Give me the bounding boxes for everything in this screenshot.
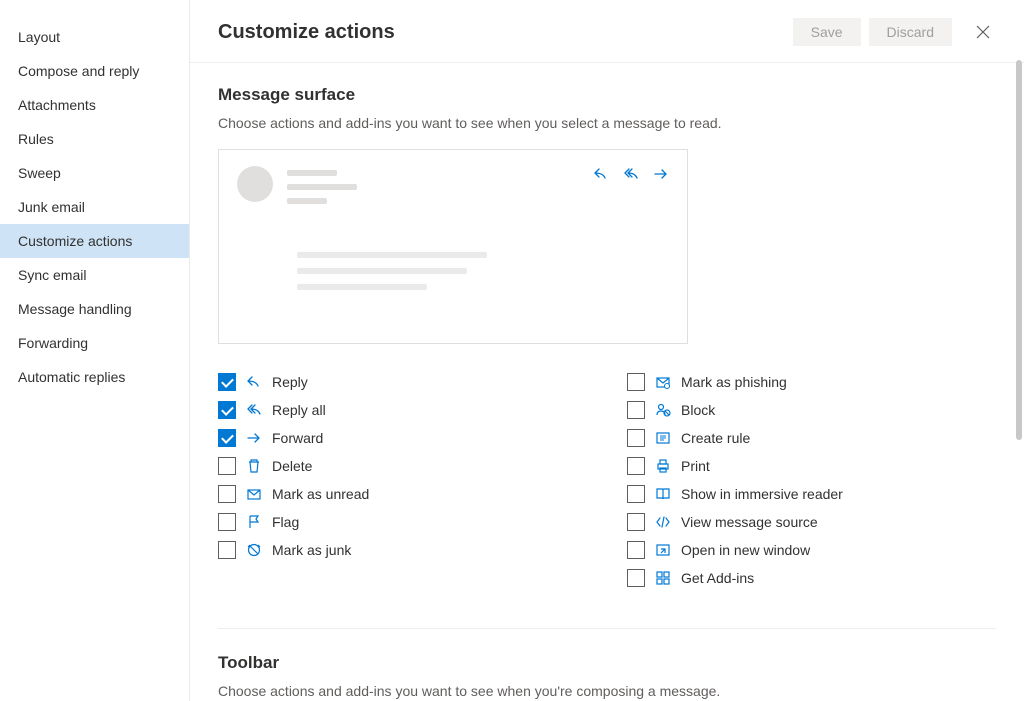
preview-header-lines bbox=[287, 170, 357, 212]
section-desc-surface: Choose actions and add-ins you want to s… bbox=[218, 115, 996, 131]
option-mark-as-junk: Mark as junk bbox=[218, 536, 587, 564]
option-label: Reply all bbox=[272, 402, 326, 418]
page-title: Customize actions bbox=[218, 21, 785, 44]
option-block: Block bbox=[627, 396, 996, 424]
checkbox-forward[interactable] bbox=[218, 429, 236, 447]
option-label: Create rule bbox=[681, 430, 750, 446]
main-panel: Customize actions Save Discard Message s… bbox=[190, 0, 1024, 701]
discard-button[interactable]: Discard bbox=[869, 18, 952, 46]
forward-icon bbox=[653, 166, 669, 182]
option-label: Show in immersive reader bbox=[681, 486, 843, 502]
phishing-icon bbox=[655, 374, 671, 390]
junk-icon bbox=[246, 542, 262, 558]
flag-icon bbox=[246, 514, 262, 530]
sidebar: LayoutCompose and replyAttachmentsRulesS… bbox=[0, 0, 190, 701]
option-label: Print bbox=[681, 458, 710, 474]
preview-body-lines bbox=[297, 252, 669, 290]
checkbox-mark-as-junk[interactable] bbox=[218, 541, 236, 559]
option-create-rule: Create rule bbox=[627, 424, 996, 452]
surface-options: Reply Reply all Forward Delete Mark as unrea… bbox=[218, 368, 996, 592]
option-label: Mark as junk bbox=[272, 542, 351, 558]
checkbox-show-in-immersive-reader[interactable] bbox=[627, 485, 645, 503]
message-preview bbox=[218, 149, 688, 344]
sidebar-item-automatic-replies[interactable]: Automatic replies bbox=[0, 360, 189, 394]
reply-icon bbox=[593, 166, 609, 182]
option-mark-as-unread: Mark as unread bbox=[218, 480, 587, 508]
save-button[interactable]: Save bbox=[793, 18, 861, 46]
content: Message surface Choose actions and add-i… bbox=[190, 63, 1024, 701]
close-icon bbox=[976, 25, 990, 39]
option-mark-as-phishing: Mark as phishing bbox=[627, 368, 996, 396]
sidebar-item-sync-email[interactable]: Sync email bbox=[0, 258, 189, 292]
option-label: Flag bbox=[272, 514, 299, 530]
checkbox-reply[interactable] bbox=[218, 373, 236, 391]
mail-icon bbox=[246, 486, 262, 502]
option-forward: Forward bbox=[218, 424, 587, 452]
sidebar-item-message-handling[interactable]: Message handling bbox=[0, 292, 189, 326]
option-print: Print bbox=[627, 452, 996, 480]
option-reply-all: Reply all bbox=[218, 396, 587, 424]
scrollbar-thumb[interactable] bbox=[1016, 60, 1022, 440]
window-icon bbox=[655, 542, 671, 558]
preview-actions bbox=[593, 166, 669, 182]
section-title-surface: Message surface bbox=[218, 85, 996, 105]
option-flag: Flag bbox=[218, 508, 587, 536]
sidebar-item-layout[interactable]: Layout bbox=[0, 20, 189, 54]
option-label: Get Add-ins bbox=[681, 570, 754, 586]
checkbox-flag[interactable] bbox=[218, 513, 236, 531]
sidebar-item-compose-and-reply[interactable]: Compose and reply bbox=[0, 54, 189, 88]
forward-icon bbox=[246, 430, 262, 446]
scrollbar[interactable] bbox=[1016, 60, 1022, 460]
sidebar-item-customize-actions[interactable]: Customize actions bbox=[0, 224, 189, 258]
checkbox-create-rule[interactable] bbox=[627, 429, 645, 447]
avatar bbox=[237, 166, 273, 202]
checkbox-reply-all[interactable] bbox=[218, 401, 236, 419]
sidebar-item-forwarding[interactable]: Forwarding bbox=[0, 326, 189, 360]
option-label: Open in new window bbox=[681, 542, 810, 558]
sidebar-item-attachments[interactable]: Attachments bbox=[0, 88, 189, 122]
option-delete: Delete bbox=[218, 452, 587, 480]
print-icon bbox=[655, 458, 671, 474]
section-desc-toolbar: Choose actions and add-ins you want to s… bbox=[218, 683, 996, 699]
options-col-left: Reply Reply all Forward Delete Mark as unrea… bbox=[218, 368, 587, 592]
reader-icon bbox=[655, 486, 671, 502]
option-label: Mark as unread bbox=[272, 486, 369, 502]
delete-icon bbox=[246, 458, 262, 474]
option-reply: Reply bbox=[218, 368, 587, 396]
option-view-message-source: View message source bbox=[627, 508, 996, 536]
reply-all-icon bbox=[246, 402, 262, 418]
option-label: Mark as phishing bbox=[681, 374, 787, 390]
checkbox-mark-as-unread[interactable] bbox=[218, 485, 236, 503]
header: Customize actions Save Discard bbox=[190, 0, 1024, 63]
option-get-add-ins: Get Add-ins bbox=[627, 564, 996, 592]
option-open-in-new-window: Open in new window bbox=[627, 536, 996, 564]
checkbox-get-add-ins[interactable] bbox=[627, 569, 645, 587]
sidebar-item-sweep[interactable]: Sweep bbox=[0, 156, 189, 190]
section-title-toolbar: Toolbar bbox=[218, 653, 996, 673]
option-label: Block bbox=[681, 402, 715, 418]
source-icon bbox=[655, 514, 671, 530]
checkbox-mark-as-phishing[interactable] bbox=[627, 373, 645, 391]
option-label: Delete bbox=[272, 458, 312, 474]
reply-icon bbox=[246, 374, 262, 390]
rule-icon bbox=[655, 430, 671, 446]
checkbox-delete[interactable] bbox=[218, 457, 236, 475]
sidebar-item-junk-email[interactable]: Junk email bbox=[0, 190, 189, 224]
option-label: View message source bbox=[681, 514, 818, 530]
checkbox-open-in-new-window[interactable] bbox=[627, 541, 645, 559]
close-button[interactable] bbox=[970, 19, 996, 45]
block-icon bbox=[655, 402, 671, 418]
addins-icon bbox=[655, 570, 671, 586]
options-col-right: Mark as phishing Block Create rule Print Sho… bbox=[627, 368, 996, 592]
divider bbox=[218, 628, 996, 629]
reply-all-icon bbox=[623, 166, 639, 182]
checkbox-block[interactable] bbox=[627, 401, 645, 419]
option-show-in-immersive-reader: Show in immersive reader bbox=[627, 480, 996, 508]
checkbox-view-message-source[interactable] bbox=[627, 513, 645, 531]
sidebar-item-rules[interactable]: Rules bbox=[0, 122, 189, 156]
option-label: Reply bbox=[272, 374, 308, 390]
option-label: Forward bbox=[272, 430, 323, 446]
checkbox-print[interactable] bbox=[627, 457, 645, 475]
